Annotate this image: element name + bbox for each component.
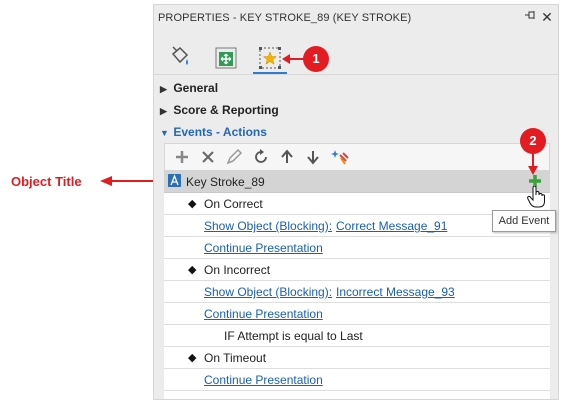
object-title-annotation: Object Title <box>11 174 82 189</box>
condition-row[interactable]: IF Attempt is equal to Last <box>164 324 550 347</box>
close-icon[interactable]: ✕ <box>540 9 554 25</box>
action-row[interactable]: Continue Presentation <box>164 368 550 391</box>
event-label: On Incorrect <box>204 263 271 277</box>
action-row[interactable]: Continue Presentation <box>164 236 550 259</box>
panel-title: PROPERTIES - KEY STROKE_89 (KEY STROKE) <box>158 12 412 24</box>
expand-triangle-icon: ▶ <box>160 106 167 116</box>
move-icon[interactable] <box>214 45 238 71</box>
target-link[interactable]: Incorrect Message_93 <box>336 285 455 299</box>
object-title: Key Stroke_89 <box>186 175 265 189</box>
action-link[interactable]: Show Object (Blocking): <box>204 219 332 233</box>
refresh-icon[interactable] <box>252 148 270 166</box>
properties-panel: PROPERTIES - KEY STROKE_89 (KEY STROKE) … <box>153 4 559 400</box>
hand-cursor-icon <box>527 186 545 208</box>
panel-title-bar: PROPERTIES - KEY STROKE_89 (KEY STROKE) … <box>154 5 558 31</box>
action-link[interactable]: Show Object (Blocking): <box>204 285 332 299</box>
tabs-divider <box>154 74 558 75</box>
paint-bucket-icon[interactable] <box>168 45 192 71</box>
sparkle-icon[interactable] <box>331 148 349 166</box>
action-link[interactable]: Continue Presentation <box>204 307 323 321</box>
star-icon[interactable] <box>258 45 282 71</box>
action-row[interactable]: Show Object (Blocking): Incorrect Messag… <box>164 280 550 303</box>
callout-badge-2: 2 <box>520 128 546 154</box>
diamond-icon: ◆ <box>188 198 197 210</box>
section-score-reporting[interactable]: ▶ Score & Reporting <box>160 103 279 121</box>
events-actions-list: Key Stroke_89 ◆ On Correct Show Object (… <box>164 170 550 399</box>
section-label: Score & Reporting <box>173 103 279 117</box>
action-link[interactable]: Continue Presentation <box>204 373 323 387</box>
section-label: Events - Actions <box>173 125 267 139</box>
move-up-icon[interactable] <box>278 148 296 166</box>
object-row[interactable]: Key Stroke_89 <box>164 170 550 193</box>
event-row-on-incorrect[interactable]: ◆ On Incorrect <box>164 258 550 281</box>
event-label: On Timeout <box>204 351 267 365</box>
target-link[interactable]: Correct Message_91 <box>336 219 447 233</box>
badge1-arrow <box>282 54 304 64</box>
condition-label: IF Attempt is equal to Last <box>224 329 363 343</box>
events-toolbar <box>164 143 550 170</box>
section-general[interactable]: ▶ General <box>160 81 218 99</box>
section-label: General <box>173 81 219 95</box>
diamond-icon: ◆ <box>188 352 197 364</box>
action-link[interactable]: Continue Presentation <box>204 241 323 255</box>
edit-icon[interactable] <box>225 148 243 166</box>
callout-badge-1: 1 <box>303 46 329 72</box>
action-row[interactable]: Continue Presentation <box>164 302 550 325</box>
move-down-icon[interactable] <box>304 148 322 166</box>
delete-icon[interactable] <box>199 148 217 166</box>
event-label: On Correct <box>204 197 263 211</box>
pin-icon[interactable] <box>524 10 536 24</box>
section-events-actions[interactable]: ▼ Events - Actions <box>160 125 267 143</box>
event-row-on-timeout[interactable]: ◆ On Timeout <box>164 346 550 369</box>
collapse-triangle-icon: ▼ <box>160 128 169 138</box>
key-stroke-icon <box>168 174 181 187</box>
add-icon[interactable] <box>173 148 191 166</box>
diamond-icon: ◆ <box>188 264 197 276</box>
expand-triangle-icon: ▶ <box>160 84 167 94</box>
add-event-tooltip: Add Event <box>492 210 556 232</box>
badge2-arrow <box>528 153 538 175</box>
